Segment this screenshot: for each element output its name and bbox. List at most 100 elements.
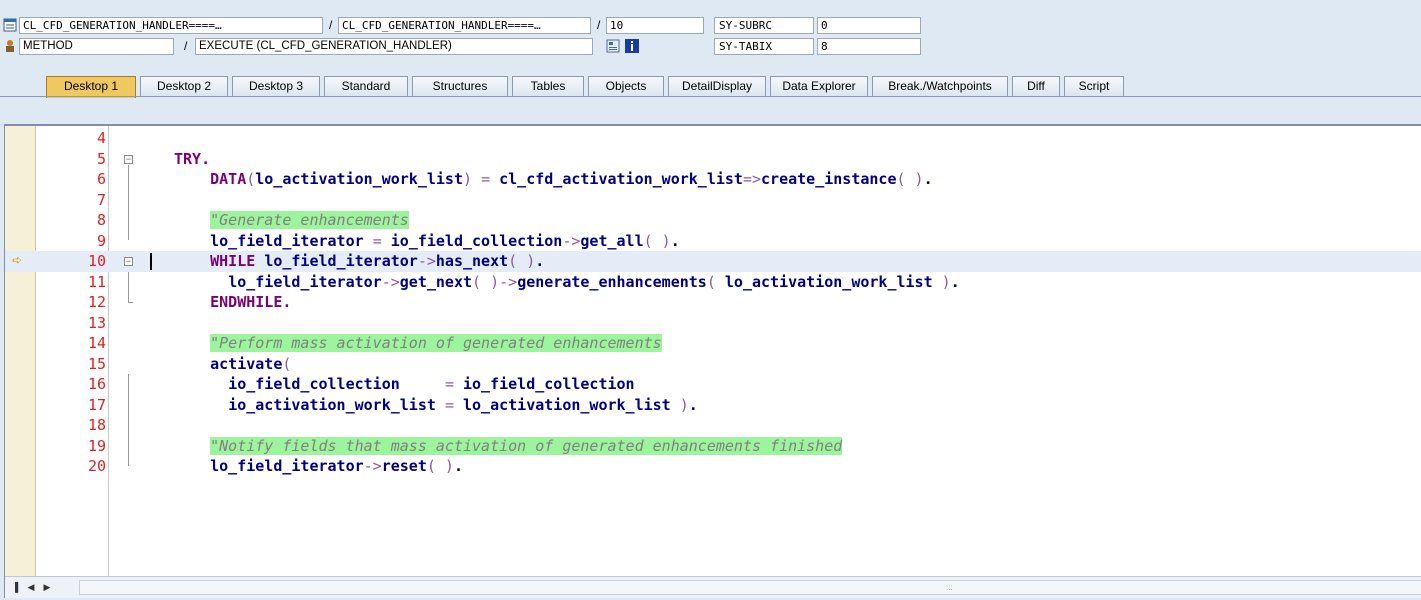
code-keyword: WHILE <box>210 252 256 270</box>
code-line[interactable] <box>5 415 1421 436</box>
code-token: -> <box>562 231 581 250</box>
code-token: reset <box>381 457 427 475</box>
tab-detaildisplay[interactable]: DetailDisplay <box>668 76 766 97</box>
horizontal-scrollbar[interactable]: ▐ ◀ ▶ ::: <box>5 576 1421 598</box>
separator: / <box>184 39 188 53</box>
code-token: . <box>670 231 680 250</box>
code-token: -> <box>417 252 436 270</box>
tab-standard[interactable]: Standard <box>324 76 408 97</box>
code-token: lo_field_iterator <box>228 272 382 291</box>
event-type-field[interactable]: METHOD <box>19 38 174 55</box>
code-token: ) <box>463 170 473 188</box>
line-number: 18 <box>87 416 106 434</box>
scroll-grip-icon: ::: <box>946 583 953 592</box>
code-token: has_next <box>435 252 509 270</box>
code-line[interactable] <box>5 313 1421 334</box>
code-token: generate_enhancements <box>517 272 707 291</box>
line-number-field[interactable]: 10 <box>606 17 704 34</box>
code-token: = <box>444 395 454 414</box>
info-icon[interactable] <box>625 39 639 53</box>
code-line[interactable] <box>5 128 1421 149</box>
scroll-right-icon[interactable]: ▶ <box>41 581 53 593</box>
code-token: activate <box>210 354 283 373</box>
tab-script[interactable]: Script <box>1064 76 1124 97</box>
line-number: 20 <box>87 457 106 475</box>
code-text: lo_field_iterator->get_next( )->generate… <box>174 272 960 292</box>
code-comment: "Generate enhancements <box>210 211 409 229</box>
method-icon <box>6 40 14 52</box>
program-icon <box>3 18 17 32</box>
tab-objects[interactable]: Objects <box>588 76 664 97</box>
code-line[interactable] <box>5 190 1421 211</box>
code-token: ) <box>670 395 689 414</box>
code-keyword: TRY. <box>174 149 211 168</box>
code-token: ) <box>932 272 951 291</box>
code-token: -> <box>363 457 382 475</box>
code-text: DATA(lo_activation_work_list) = cl_cfd_a… <box>174 169 933 189</box>
code-token: = <box>481 170 491 188</box>
source-code-editor[interactable]: 4 5 TRY. −6 DATA(lo_activation_work_list) =… <box>4 124 1421 598</box>
code-token: = <box>444 375 454 393</box>
separator: / <box>597 18 601 32</box>
code-keyword: DATA <box>210 170 247 188</box>
variable-value-field-2[interactable]: 8 <box>817 38 921 55</box>
code-text: io_activation_work_list = lo_activation_… <box>174 395 698 415</box>
variable-value-field-1[interactable]: 0 <box>817 17 921 34</box>
variable-name-field-2[interactable]: SY-TABIX <box>714 38 814 55</box>
program-field[interactable]: CL_CFD_GENERATION_HANDLER====… <box>19 17 323 34</box>
code-text: activate( <box>174 354 291 374</box>
code-line[interactable] <box>5 149 1421 170</box>
display-object-icon[interactable] <box>606 39 620 53</box>
code-token: ( ) <box>426 457 454 475</box>
line-number: 12 <box>87 293 106 311</box>
tab-data-explorer[interactable]: Data Explorer <box>770 76 868 97</box>
tab-tables[interactable]: Tables <box>512 76 584 97</box>
tab-strip-baseline <box>0 96 1421 97</box>
fold-toggle-icon[interactable]: − <box>124 154 133 164</box>
fold-toggle-icon[interactable]: − <box>124 257 133 266</box>
line-number: 5 <box>96 149 106 168</box>
line-number: 17 <box>87 395 106 414</box>
current-statement-arrow-icon: ➪ <box>12 253 23 267</box>
code-token: ( <box>282 354 292 373</box>
code-text: WHILE lo_field_iterator->has_next( ). <box>174 251 544 271</box>
tab-break-watchpoints[interactable]: Break./Watchpoints <box>872 76 1008 97</box>
separator: / <box>329 18 333 32</box>
code-token: = <box>372 231 382 250</box>
code-token: cl_cfd_activation_work_list <box>499 170 743 188</box>
event-name-field[interactable]: EXECUTE (CL_CFD_GENERATION_HANDLER) <box>195 38 593 55</box>
scroll-left-icon[interactable]: ◀ <box>25 581 37 593</box>
code-comment: "Notify fields that mass activation of g… <box>210 436 843 455</box>
code-token: . <box>453 457 463 475</box>
include-field[interactable]: CL_CFD_GENERATION_HANDLER====… <box>338 17 591 34</box>
variable-name-field-1[interactable]: SY-SUBRC <box>714 17 814 34</box>
scroll-track[interactable]: ::: <box>79 580 1421 595</box>
tab-desktop-3[interactable]: Desktop 3 <box>232 76 320 97</box>
tab-diff[interactable]: Diff <box>1012 76 1060 97</box>
code-text: "Notify fields that mass activation of g… <box>174 436 843 456</box>
tab-desktop-2[interactable]: Desktop 2 <box>140 76 228 97</box>
top-border <box>0 0 1421 6</box>
tab-structures[interactable]: Structures <box>412 76 508 97</box>
code-token: ( <box>706 272 725 291</box>
scroll-home-icon[interactable]: ▐ <box>9 581 21 593</box>
code-token: => <box>742 170 762 188</box>
line-number: 9 <box>96 231 106 250</box>
tab-desktop-1[interactable]: Desktop 1 <box>46 76 136 98</box>
code-keyword: ENDWHILE. <box>210 293 292 311</box>
code-token: ( <box>246 170 256 188</box>
code-token: io_field_collection <box>463 375 635 393</box>
